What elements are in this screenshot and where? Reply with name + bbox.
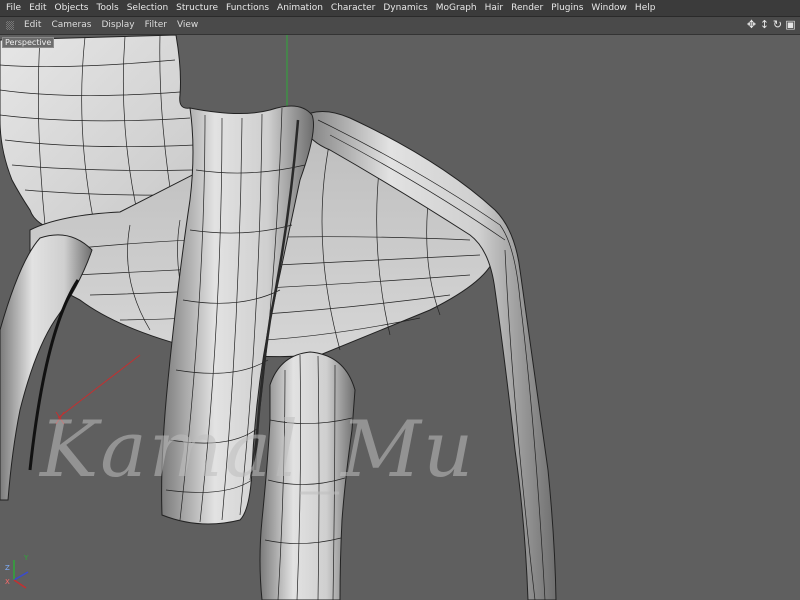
menu-selection[interactable]: Selection [123,0,172,16]
zoom-view-icon[interactable]: ↕ [759,18,770,32]
viewport-menubar: Edit Cameras Display Filter View ✥ ↕ ↻ ▣ [0,17,800,35]
viewport-menu-display[interactable]: Display [96,17,139,34]
menu-edit[interactable]: Edit [25,0,50,16]
menu-plugins[interactable]: Plugins [547,0,587,16]
viewport-nav-controls: ✥ ↕ ↻ ▣ [746,18,796,32]
axis-gizmo: Y Z X [5,554,29,589]
menu-character[interactable]: Character [327,0,379,16]
x-axis-marker-icon [55,411,65,425]
menu-hair[interactable]: Hair [481,0,507,16]
viewport-menu-edit[interactable]: Edit [19,17,46,34]
center-back-leg [259,351,356,600]
menu-objects[interactable]: Objects [51,0,93,16]
viewport-menu-view[interactable]: View [172,17,203,34]
maximize-view-icon[interactable]: ▣ [785,18,796,32]
menu-mograph[interactable]: MoGraph [432,0,481,16]
menu-structure[interactable]: Structure [172,0,222,16]
gizmo-z-label: Z [5,564,10,572]
viewport-menu-filter[interactable]: Filter [140,17,172,34]
main-menubar: File Edit Objects Tools Selection Struct… [0,0,800,17]
menu-tools[interactable]: Tools [93,0,123,16]
gizmo-x-label: X [5,578,10,586]
viewport-menu-cameras[interactable]: Cameras [46,17,96,34]
menu-animation[interactable]: Animation [273,0,327,16]
menu-functions[interactable]: Functions [222,0,273,16]
x-axis-line [57,354,141,419]
panel-grip-icon[interactable] [6,21,14,30]
menu-window[interactable]: Window [587,0,631,16]
menu-help[interactable]: Help [631,0,660,16]
menu-dynamics[interactable]: Dynamics [379,0,431,16]
move-view-icon[interactable]: ✥ [746,18,757,32]
perspective-viewport[interactable]: Y Z X [0,35,800,600]
gizmo-y-label: Y [23,554,29,562]
menu-render[interactable]: Render [507,0,547,16]
perspective-label[interactable]: Perspective [2,37,55,48]
rotate-view-icon[interactable]: ↻ [772,18,783,32]
viewport-canvas[interactable]: Y Z X [0,35,800,600]
menu-file[interactable]: File [0,0,25,16]
